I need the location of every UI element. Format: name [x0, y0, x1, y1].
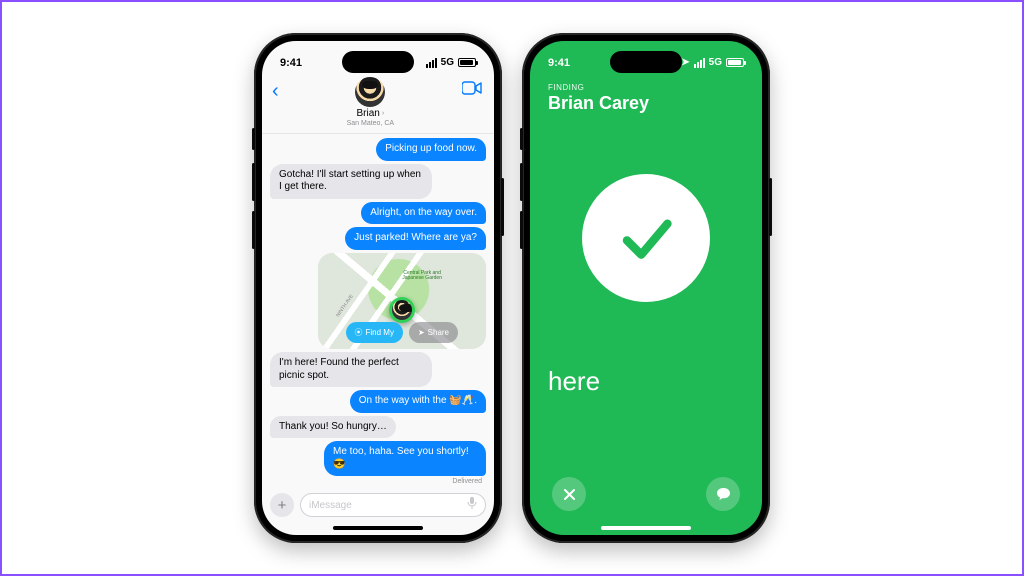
phone-findmy: 9:41 ➤ 5G FINDING Brian Carey here [522, 33, 770, 543]
message-button[interactable] [706, 477, 740, 511]
close-button[interactable] [552, 477, 586, 511]
delivered-status: Delivered [270, 478, 486, 485]
contact-name[interactable]: Brian [356, 108, 379, 119]
share-button[interactable]: ➤ Share [409, 322, 458, 343]
battery-icon [726, 58, 744, 67]
dynamic-island [342, 51, 414, 73]
home-indicator[interactable] [601, 526, 691, 530]
network-label: 5G [709, 57, 722, 68]
dictate-icon[interactable] [467, 497, 477, 513]
location-arrow-icon: ➤ [418, 328, 425, 337]
message-input[interactable]: iMessage [300, 493, 486, 517]
contact-avatar[interactable] [355, 77, 385, 107]
back-button[interactable]: ‹ [272, 77, 279, 101]
status-time: 9:41 [548, 57, 570, 69]
battery-icon [458, 58, 476, 67]
findmy-button[interactable]: ⦿ Find My [346, 322, 403, 343]
checkmark-icon [615, 207, 677, 269]
conversation-header: ‹ Brian › San Mateo, CA [262, 75, 494, 134]
network-label: 5G [441, 57, 454, 68]
facetime-button[interactable] [462, 77, 484, 100]
distance-status: here [548, 366, 744, 397]
conversation-thread[interactable]: Picking up food now. Gotcha! I'll start … [262, 134, 494, 487]
home-indicator[interactable] [333, 526, 423, 530]
message-in[interactable]: I'm here! Found the perfect picnic spot. [270, 352, 432, 387]
message-out[interactable]: Just parked! Where are ya? [345, 227, 486, 250]
contact-location: San Mateo, CA [347, 120, 394, 127]
found-indicator [582, 174, 710, 302]
message-out[interactable]: Picking up food now. [376, 138, 486, 161]
input-placeholder: iMessage [309, 500, 352, 511]
findmy-icon: ⦿ [355, 327, 363, 338]
map-poi-label: Central Park and Japanese Garden [402, 271, 442, 282]
location-arrow-icon: ➤ [681, 57, 689, 68]
message-out[interactable]: Me too, haha. See you shortly! 😎 [324, 441, 486, 476]
plus-button[interactable]: + [270, 493, 294, 517]
message-in[interactable]: Gotcha! I'll start setting up when I get… [270, 164, 432, 199]
message-in[interactable]: Thank you! So hungry… [270, 416, 396, 439]
location-pin[interactable] [389, 297, 415, 323]
signal-icon [426, 58, 437, 68]
message-out[interactable]: On the way with the 🧺🥂. [350, 390, 486, 413]
finding-label: FINDING [548, 83, 744, 92]
chevron-right-icon: › [382, 110, 384, 117]
finding-name: Brian Carey [548, 93, 744, 114]
phone-messages: 9:41 5G ‹ Brian › San Mateo, CA [254, 33, 502, 543]
location-attachment[interactable]: Central Park and Japanese Garden NINTH A… [318, 253, 486, 350]
signal-icon [694, 58, 705, 68]
status-time: 9:41 [280, 57, 302, 69]
dynamic-island [610, 51, 682, 73]
message-out[interactable]: Alright, on the way over. [361, 202, 486, 225]
